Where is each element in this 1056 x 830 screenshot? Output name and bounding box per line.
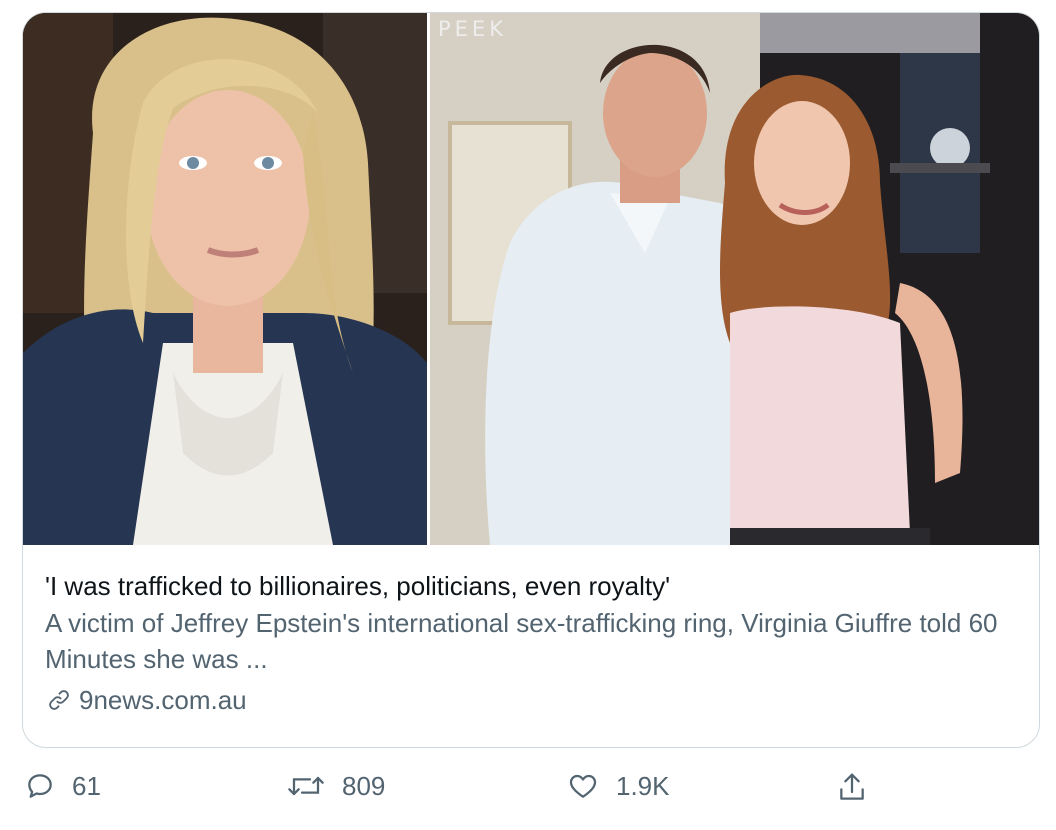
left-photo-illustration xyxy=(23,13,427,545)
card-media[interactable]: PEEK xyxy=(23,13,1039,545)
reply-count: 61 xyxy=(72,770,101,801)
card-headline[interactable]: 'I was trafficked to billionaires, polit… xyxy=(45,569,1039,603)
card-domain-row[interactable]: 9news.com.au xyxy=(45,683,1039,717)
left-photo xyxy=(23,13,427,545)
card-text[interactable]: 'I was trafficked to billionaires, polit… xyxy=(23,545,1039,747)
retweet-count: 809 xyxy=(342,770,386,801)
right-photo: PEEK xyxy=(430,13,1039,545)
tweet-actions: 61 809 1.9K xyxy=(0,760,1056,820)
link-icon xyxy=(49,690,69,710)
card-domain[interactable]: 9news.com.au xyxy=(79,683,247,717)
link-preview-card[interactable]: PEEK 'I was trafficked to billionaires, … xyxy=(22,12,1040,748)
share-button[interactable] xyxy=(836,770,884,806)
heart-icon xyxy=(569,774,597,798)
reply-button[interactable]: 61 xyxy=(24,770,101,802)
retweet-button[interactable]: 809 xyxy=(286,770,385,802)
right-photo-illustration xyxy=(430,13,1039,545)
like-count: 1.9K xyxy=(616,770,670,801)
retweet-icon xyxy=(288,776,324,796)
card-summary: A victim of Jeffrey Epstein's internatio… xyxy=(45,608,998,674)
peek-watermark: PEEK xyxy=(438,17,507,41)
share-icon xyxy=(840,773,864,800)
like-button[interactable]: 1.9K xyxy=(566,770,670,802)
reply-icon xyxy=(28,774,52,798)
